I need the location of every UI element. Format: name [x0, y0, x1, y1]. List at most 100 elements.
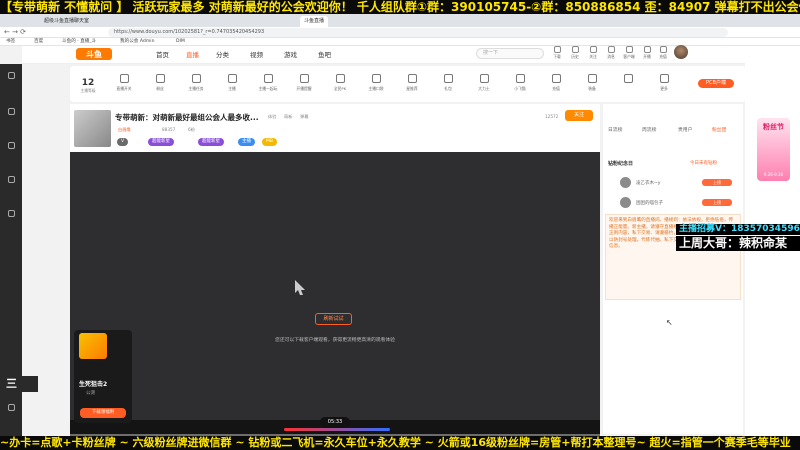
url-input[interactable]: https://www.douyu.com/10202581?_r=0.7470… [108, 28, 728, 37]
nav-game[interactable]: 游戏 [284, 49, 297, 59]
tool-item[interactable]: 主播一起玩 [254, 72, 282, 92]
tool-item[interactable]: 主播任务 [182, 72, 210, 92]
top-overlay-banner: 【专带萌新 不懂就问 】 活跃玩家最多 对萌新最好的公会欢迎你！ 千人组队群①群… [0, 0, 800, 14]
tab-weekly[interactable]: 周流榜 [642, 126, 656, 133]
browser-tab-active[interactable]: 斗鱼直播 [300, 16, 329, 27]
tool-item[interactable]: 礼包 [434, 72, 462, 92]
sidebar-item[interactable] [0, 404, 22, 412]
room-hot: 88357 [162, 127, 176, 132]
room-tag[interactable]: 体验 [268, 114, 276, 120]
game-promo-image [79, 333, 107, 359]
list-item[interactable]: 凌乙衣木~y 上榜 [606, 176, 740, 190]
game-icon [7, 142, 15, 149]
tool-item[interactable]: 充值 [542, 72, 570, 92]
svg-text:斗鱼: 斗鱼 [86, 49, 102, 59]
tool-item[interactable]: 开播提醒 [290, 72, 318, 92]
tool-item[interactable]: 星推荐 [398, 72, 426, 92]
sidebar-item[interactable] [0, 108, 22, 116]
tool-item[interactable]: 粉丝 [146, 72, 174, 92]
gift-icon [443, 74, 453, 83]
search-input[interactable]: 搜一下 [476, 48, 544, 59]
badge[interactable]: 主播 [238, 138, 255, 146]
promo-download-button[interactable]: 下载领福利 [80, 408, 126, 418]
client-icon[interactable]: 客户端 [622, 46, 636, 60]
badge[interactable]: MB [262, 138, 277, 146]
bottom-overlay-banner: ~办卡=点歌+卡粉丝牌 ~ 六级粉丝牌进微信群 ~ 钻粉或二飞机=永久车位+永久… [0, 436, 800, 450]
fans-sub: 今日未有钻粉 [690, 161, 717, 166]
tool-item[interactable]: 主播口袋 [362, 72, 390, 92]
follow-button[interactable]: 关注 [565, 110, 593, 121]
douyu-logo-icon[interactable]: 斗鱼 [76, 46, 114, 62]
user-avatar[interactable] [674, 45, 688, 59]
bookmark-item[interactable]: 书签 [6, 38, 15, 46]
equip-icon [587, 74, 597, 83]
bookmark-item[interactable]: DIM [176, 38, 185, 46]
history-icon[interactable]: 历史 [568, 46, 582, 60]
room-count: 12572 [545, 114, 559, 119]
tool-item[interactable]: 更多 [650, 72, 678, 92]
bookmark-item[interactable]: 百度 [34, 38, 43, 46]
room-tag[interactable]: 弹幕 [300, 114, 308, 120]
browser-tab-strip: 超级斗鱼直播聊天室 斗鱼直播 [0, 14, 800, 27]
follow-icon [7, 72, 15, 79]
cloud-icon [7, 176, 15, 183]
download-icon[interactable]: 下载 [550, 46, 564, 60]
bookmark-item[interactable]: 斗鱼的 · 直播_斗 [62, 38, 96, 46]
pocket-icon [371, 74, 381, 83]
follow-icon[interactable]: 关注 [586, 46, 600, 60]
progress-bar[interactable] [284, 428, 390, 431]
rocket-icon [623, 74, 633, 83]
promo-sub: 公测 [86, 391, 95, 396]
fans-icon [155, 74, 165, 83]
nav-home[interactable]: 首页 [156, 49, 169, 59]
tool-item[interactable] [614, 72, 642, 86]
sidebar-item[interactable] [0, 210, 22, 218]
sidebar-item[interactable] [0, 142, 22, 150]
badge[interactable]: 超能新星 [148, 138, 174, 146]
anchor-icon [227, 74, 237, 83]
nav-category[interactable]: 分类 [216, 49, 229, 59]
sidebar-item[interactable] [0, 72, 22, 80]
room-avatar[interactable] [74, 110, 111, 147]
message-icon[interactable]: 消息 [604, 46, 618, 60]
nav-arrows-icon[interactable]: ← → ⟳ [4, 28, 26, 36]
tool-item[interactable]: 小飞猫 [506, 72, 534, 92]
video-player[interactable] [70, 152, 600, 434]
broadcast-icon[interactable]: 开播 [640, 46, 654, 60]
tab-daily[interactable]: 日流榜 [608, 126, 622, 133]
play-together-icon [263, 74, 273, 83]
room-owner[interactable]: 白眉鹰 [118, 127, 131, 133]
tab-fans[interactable]: 粉丝团 [712, 126, 726, 133]
refresh-button[interactable]: 刷新试试 [315, 313, 352, 325]
browser-tab[interactable]: 超级斗鱼直播聊天室 [40, 16, 93, 27]
alarm-icon [299, 74, 309, 83]
room-tag[interactable]: 萌新 [284, 114, 292, 120]
floating-overlay-text: 三 [6, 376, 38, 392]
recharge-icon[interactable]: 充值 [656, 46, 670, 60]
pk-icon [335, 74, 345, 83]
video-hint: 您还可以下载客户端观看，获得更流畅更高清的观看体验 [275, 338, 395, 343]
nav-fishbar[interactable]: 鱼吧 [318, 49, 331, 59]
nav-live[interactable]: 直播 [186, 49, 199, 59]
mall-icon [7, 210, 15, 217]
bookmark-item[interactable]: 我的公会 Admin [120, 38, 154, 46]
badge[interactable]: 超能新星 [198, 138, 224, 146]
list-item[interactable]: 困困的喵包子 上榜 [606, 196, 740, 210]
coin-icon [551, 74, 561, 83]
rank-icon [7, 108, 15, 115]
tool-item[interactable]: 主播 [218, 72, 246, 92]
tool-item[interactable]: 大力士 [470, 72, 498, 92]
streamer-recruit-overlay: 主播招募V：18357034596 [676, 224, 800, 235]
nav-video[interactable]: 视频 [250, 49, 263, 59]
fan-festival-promo[interactable]: 粉丝节 9.26-9.30 [757, 118, 790, 181]
settings-icon [7, 404, 15, 411]
tool-item[interactable]: 全民PK [326, 72, 354, 92]
pc-client-button[interactable]: PCB户端 [698, 79, 734, 88]
tool-item[interactable]: 直播开关 [110, 72, 138, 92]
tab-vip[interactable]: 贵用户 [678, 126, 692, 133]
sidebar-item[interactable] [0, 176, 22, 184]
cloud-icon [515, 74, 525, 83]
avatar [620, 197, 631, 208]
badge[interactable]: V [117, 138, 129, 146]
tool-item[interactable]: 装备 [578, 72, 606, 92]
